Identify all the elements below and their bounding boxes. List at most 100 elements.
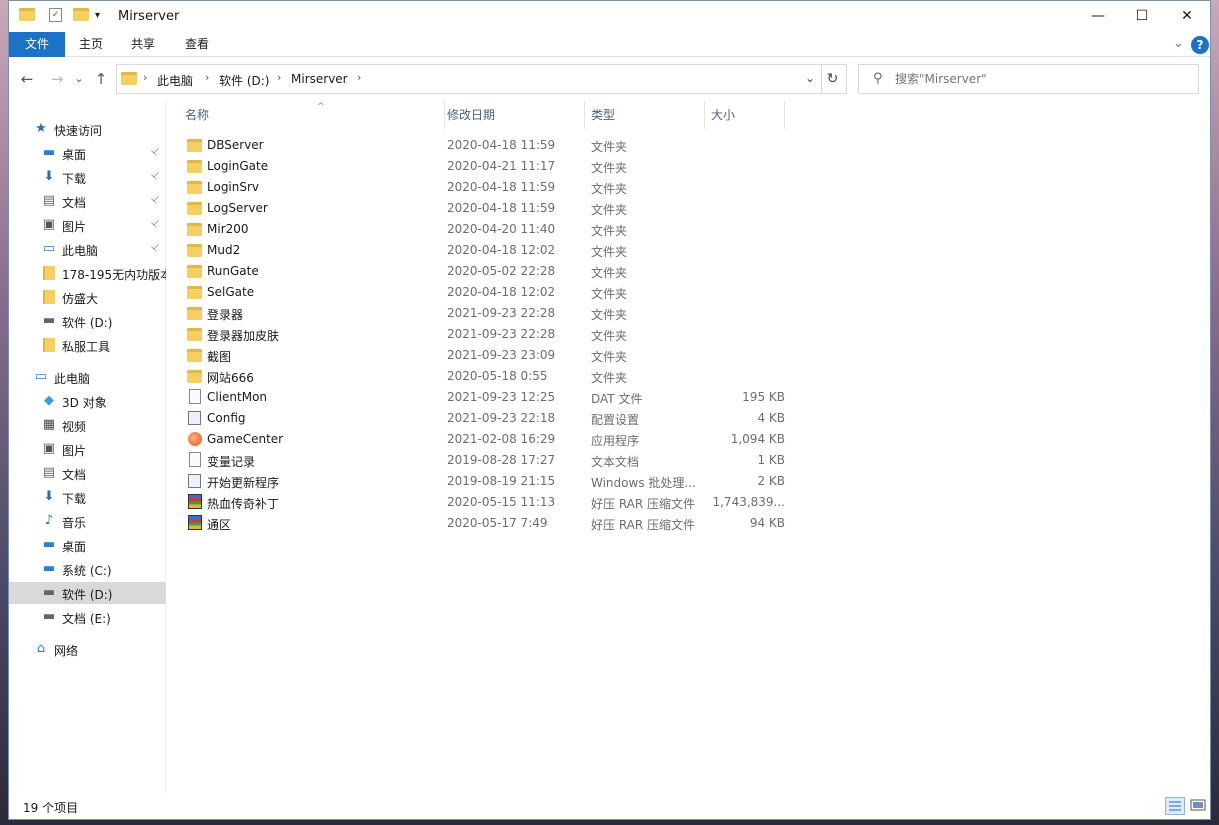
customize-toolbar-icon[interactable]: ▾ (95, 10, 111, 26)
breadcrumb-this-pc[interactable]: 此电脑 (157, 72, 193, 89)
sidebar-item-label: 文档 (62, 468, 87, 482)
file-row[interactable]: 热血传奇补丁 2020-05-15 11:13 好压 RAR 压缩文件 1,743,8… (185, 492, 785, 513)
column-name-label: 名称 (185, 108, 210, 122)
column-header-date[interactable]: 修改日期 (441, 101, 585, 129)
sidebar-item[interactable]: ▭ 此电脑 (9, 366, 166, 388)
file-date: 2020-04-18 12:02 (447, 285, 556, 299)
sidebar-item[interactable]: 仿盛大 (9, 286, 166, 308)
recent-locations-button[interactable]: ⌄ (69, 69, 89, 89)
sidebar-item[interactable]: ◆ 3D 对象 (9, 390, 166, 412)
tab-home[interactable]: 主页 (65, 32, 117, 57)
search-box[interactable]: ⚲ (858, 64, 1199, 94)
help-icon[interactable]: ? (1191, 36, 1209, 54)
file-row[interactable]: LogServer 2020-04-18 11:59 文件夹 (185, 198, 785, 219)
large-icons-view-button[interactable] (1189, 797, 1209, 815)
file-row[interactable]: 通区 2020-05-17 7:49 好压 RAR 压缩文件 94 KB (185, 513, 785, 534)
rar-icon (187, 515, 203, 531)
sidebar-item-label: 178-195无内功版本 (62, 268, 166, 282)
expand-ribbon-icon[interactable]: ⌄ (1173, 36, 1184, 51)
sidebar-item-label: 私服工具 (62, 340, 111, 354)
drive-icon: ▬ (42, 313, 56, 328)
file-row[interactable]: Config 2021-09-23 22:18 配置设置 4 KB (185, 408, 785, 429)
sidebar-item[interactable]: ▬ 系统 (C:) (9, 558, 166, 580)
sidebar-item[interactable]: ▣ 图片 (9, 438, 166, 460)
sidebar-item[interactable]: ▬ 软件 (D:) (9, 310, 166, 332)
sidebar-item[interactable]: ▤ 文档 (9, 462, 166, 484)
download-icon: ⬇ (43, 169, 55, 184)
file-name: DBServer (207, 138, 264, 152)
bat-icon (187, 410, 203, 426)
sidebar-item[interactable]: ⬇ 下载 ⊥ (9, 166, 166, 188)
sort-ascending-icon: ^ (317, 102, 325, 112)
sidebar-item[interactable]: ▬ 桌面 (9, 534, 166, 556)
file-type: 好压 RAR 压缩文件 (591, 518, 696, 532)
maximize-button[interactable]: ☐ (1119, 1, 1165, 32)
item-count: 19 个项目 (23, 801, 79, 815)
file-row[interactable]: SelGate 2020-04-18 12:02 文件夹 (185, 282, 785, 303)
sidebar-item[interactable]: ⌂ 网络 (9, 638, 166, 660)
file-type: 文件夹 (591, 140, 628, 154)
file-row[interactable]: GameCenter 2021-02-08 16:29 应用程序 1,094 KB (185, 429, 785, 450)
file-row[interactable]: 截图 2021-09-23 23:09 文件夹 (185, 345, 785, 366)
tab-file[interactable]: 文件 (9, 32, 65, 57)
sidebar-item[interactable]: ♪ 音乐 (9, 510, 166, 532)
properties-icon[interactable]: ✓ (49, 8, 62, 22)
forward-button[interactable]: → (47, 69, 67, 89)
sidebar-item[interactable]: ▭ 此电脑 ⊥ (9, 238, 166, 260)
back-button[interactable]: ← (17, 69, 37, 89)
breadcrumb-mirserver[interactable]: Mirserver (291, 72, 348, 86)
file-type: 文件夹 (591, 287, 628, 301)
search-input[interactable] (895, 70, 1185, 88)
sidebar-item[interactable]: ⬇ 下载 (9, 486, 166, 508)
file-row[interactable]: 变量记录 2019-08-28 17:27 文本文档 1 KB (185, 450, 785, 471)
window-title: Mirserver (118, 9, 180, 24)
file-row[interactable]: DBServer 2020-04-18 11:59 文件夹 (185, 135, 785, 156)
new-folder-icon[interactable] (73, 8, 89, 24)
file-row[interactable]: Mir200 2020-04-20 11:40 文件夹 (185, 219, 785, 240)
file-row[interactable]: LoginGate 2020-04-21 11:17 文件夹 (185, 156, 785, 177)
sidebar-item[interactable]: ▬ 文档 (E:) (9, 606, 166, 628)
network-icon: ⌂ (36, 641, 46, 656)
file-date: 2020-05-02 22:28 (447, 264, 556, 278)
close-button[interactable]: ✕ (1164, 1, 1210, 32)
breadcrumb-separator[interactable]: › (357, 71, 361, 84)
file-row[interactable]: LoginSrv 2020-04-18 11:59 文件夹 (185, 177, 785, 198)
folder-icon (187, 284, 203, 300)
file-row[interactable]: 登录器 2021-09-23 22:28 文件夹 (185, 303, 785, 324)
refresh-button[interactable]: ↻ (819, 64, 847, 94)
breadcrumb-drive-d[interactable]: 软件 (D:) (219, 72, 269, 89)
file-row[interactable]: RunGate 2020-05-02 22:28 文件夹 (185, 261, 785, 282)
sidebar-item[interactable]: ▬ 软件 (D:) (9, 582, 166, 604)
minimize-button[interactable]: — (1075, 1, 1121, 32)
file-row[interactable]: Mud2 2020-04-18 12:02 文件夹 (185, 240, 785, 261)
sidebar-item[interactable]: 178-195无内功版本 (9, 262, 166, 284)
tab-view[interactable]: 查看 (171, 32, 223, 57)
sidebar-item[interactable]: ▦ 视频 (9, 414, 166, 436)
breadcrumb-separator[interactable]: › (205, 71, 209, 84)
file-type: Windows 批处理... (591, 476, 696, 490)
breadcrumb-separator[interactable]: › (143, 71, 147, 84)
file-row[interactable]: ClientMon 2021-09-23 12:25 DAT 文件 195 KB (185, 387, 785, 408)
address-dropdown-icon[interactable]: ⌄ (805, 71, 815, 85)
sidebar-item[interactable]: ▬ 桌面 ⊥ (9, 142, 166, 164)
column-header-size[interactable]: 大小 (705, 101, 785, 129)
sidebar-item[interactable]: ★ 快速访问 (9, 118, 166, 140)
desktop-icon: ▬ (42, 145, 56, 160)
sidebar-item[interactable]: ▤ 文档 ⊥ (9, 190, 166, 212)
file-row[interactable]: 开始更新程序 2019-08-19 21:15 Windows 批处理... 2 KB (185, 471, 785, 492)
address-bar[interactable]: › 此电脑 › 软件 (D:) › Mirserver › ⌄ (116, 64, 822, 94)
file-row[interactable]: 网站666 2020-05-18 0:55 文件夹 (185, 366, 785, 387)
tab-share[interactable]: 共享 (117, 32, 169, 57)
sidebar-item[interactable]: ▣ 图片 ⊥ (9, 214, 166, 236)
file-date: 2020-05-15 11:13 (447, 495, 556, 509)
details-view-button[interactable] (1165, 797, 1185, 815)
up-button[interactable]: ↑ (91, 69, 111, 89)
file-row[interactable]: 登录器加皮肤 2021-09-23 22:28 文件夹 (185, 324, 785, 345)
breadcrumb-separator[interactable]: › (277, 71, 281, 84)
sidebar-item[interactable]: 私服工具 (9, 334, 166, 356)
column-header-type[interactable]: 类型 (585, 101, 705, 129)
file-type: 文件夹 (591, 308, 628, 322)
status-bar: 19 个项目 (9, 793, 1210, 819)
column-header-name[interactable]: 名称 ^ (179, 101, 445, 129)
file-date: 2021-09-23 22:28 (447, 306, 556, 320)
